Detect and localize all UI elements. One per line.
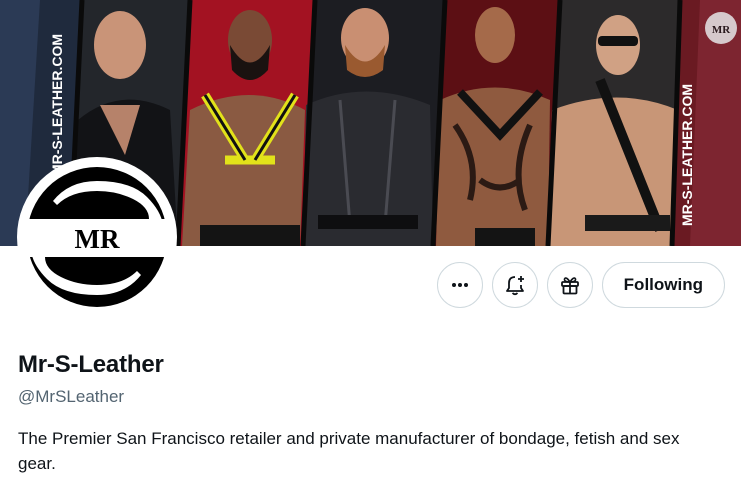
banner-mini-logo-text: MR (712, 24, 731, 36)
gift-icon (560, 277, 579, 295)
profile-bio: The Premier San Francisco retailer and p… (18, 429, 680, 473)
following-button[interactable]: Following (601, 262, 725, 308)
ellipsis-icon (451, 283, 468, 287)
mr-s-logo-icon: MR (21, 161, 173, 313)
banner-watermark-left: MR-S-LEATHER.COM (49, 34, 65, 176)
profile-handle: @MrSLeather (18, 387, 125, 406)
avatar-logo-text: MR (75, 224, 120, 254)
profile-display-name: Mr-S-Leather (18, 351, 164, 378)
banner-watermark-right: MR-S-LEATHER.COM (679, 84, 695, 226)
notifications-button[interactable] (491, 262, 538, 308)
more-button[interactable] (436, 262, 483, 308)
avatar[interactable]: MR (21, 161, 173, 313)
gift-button[interactable] (546, 262, 593, 308)
bell-plus-icon (505, 276, 524, 296)
profile-actions: Following (436, 262, 725, 308)
